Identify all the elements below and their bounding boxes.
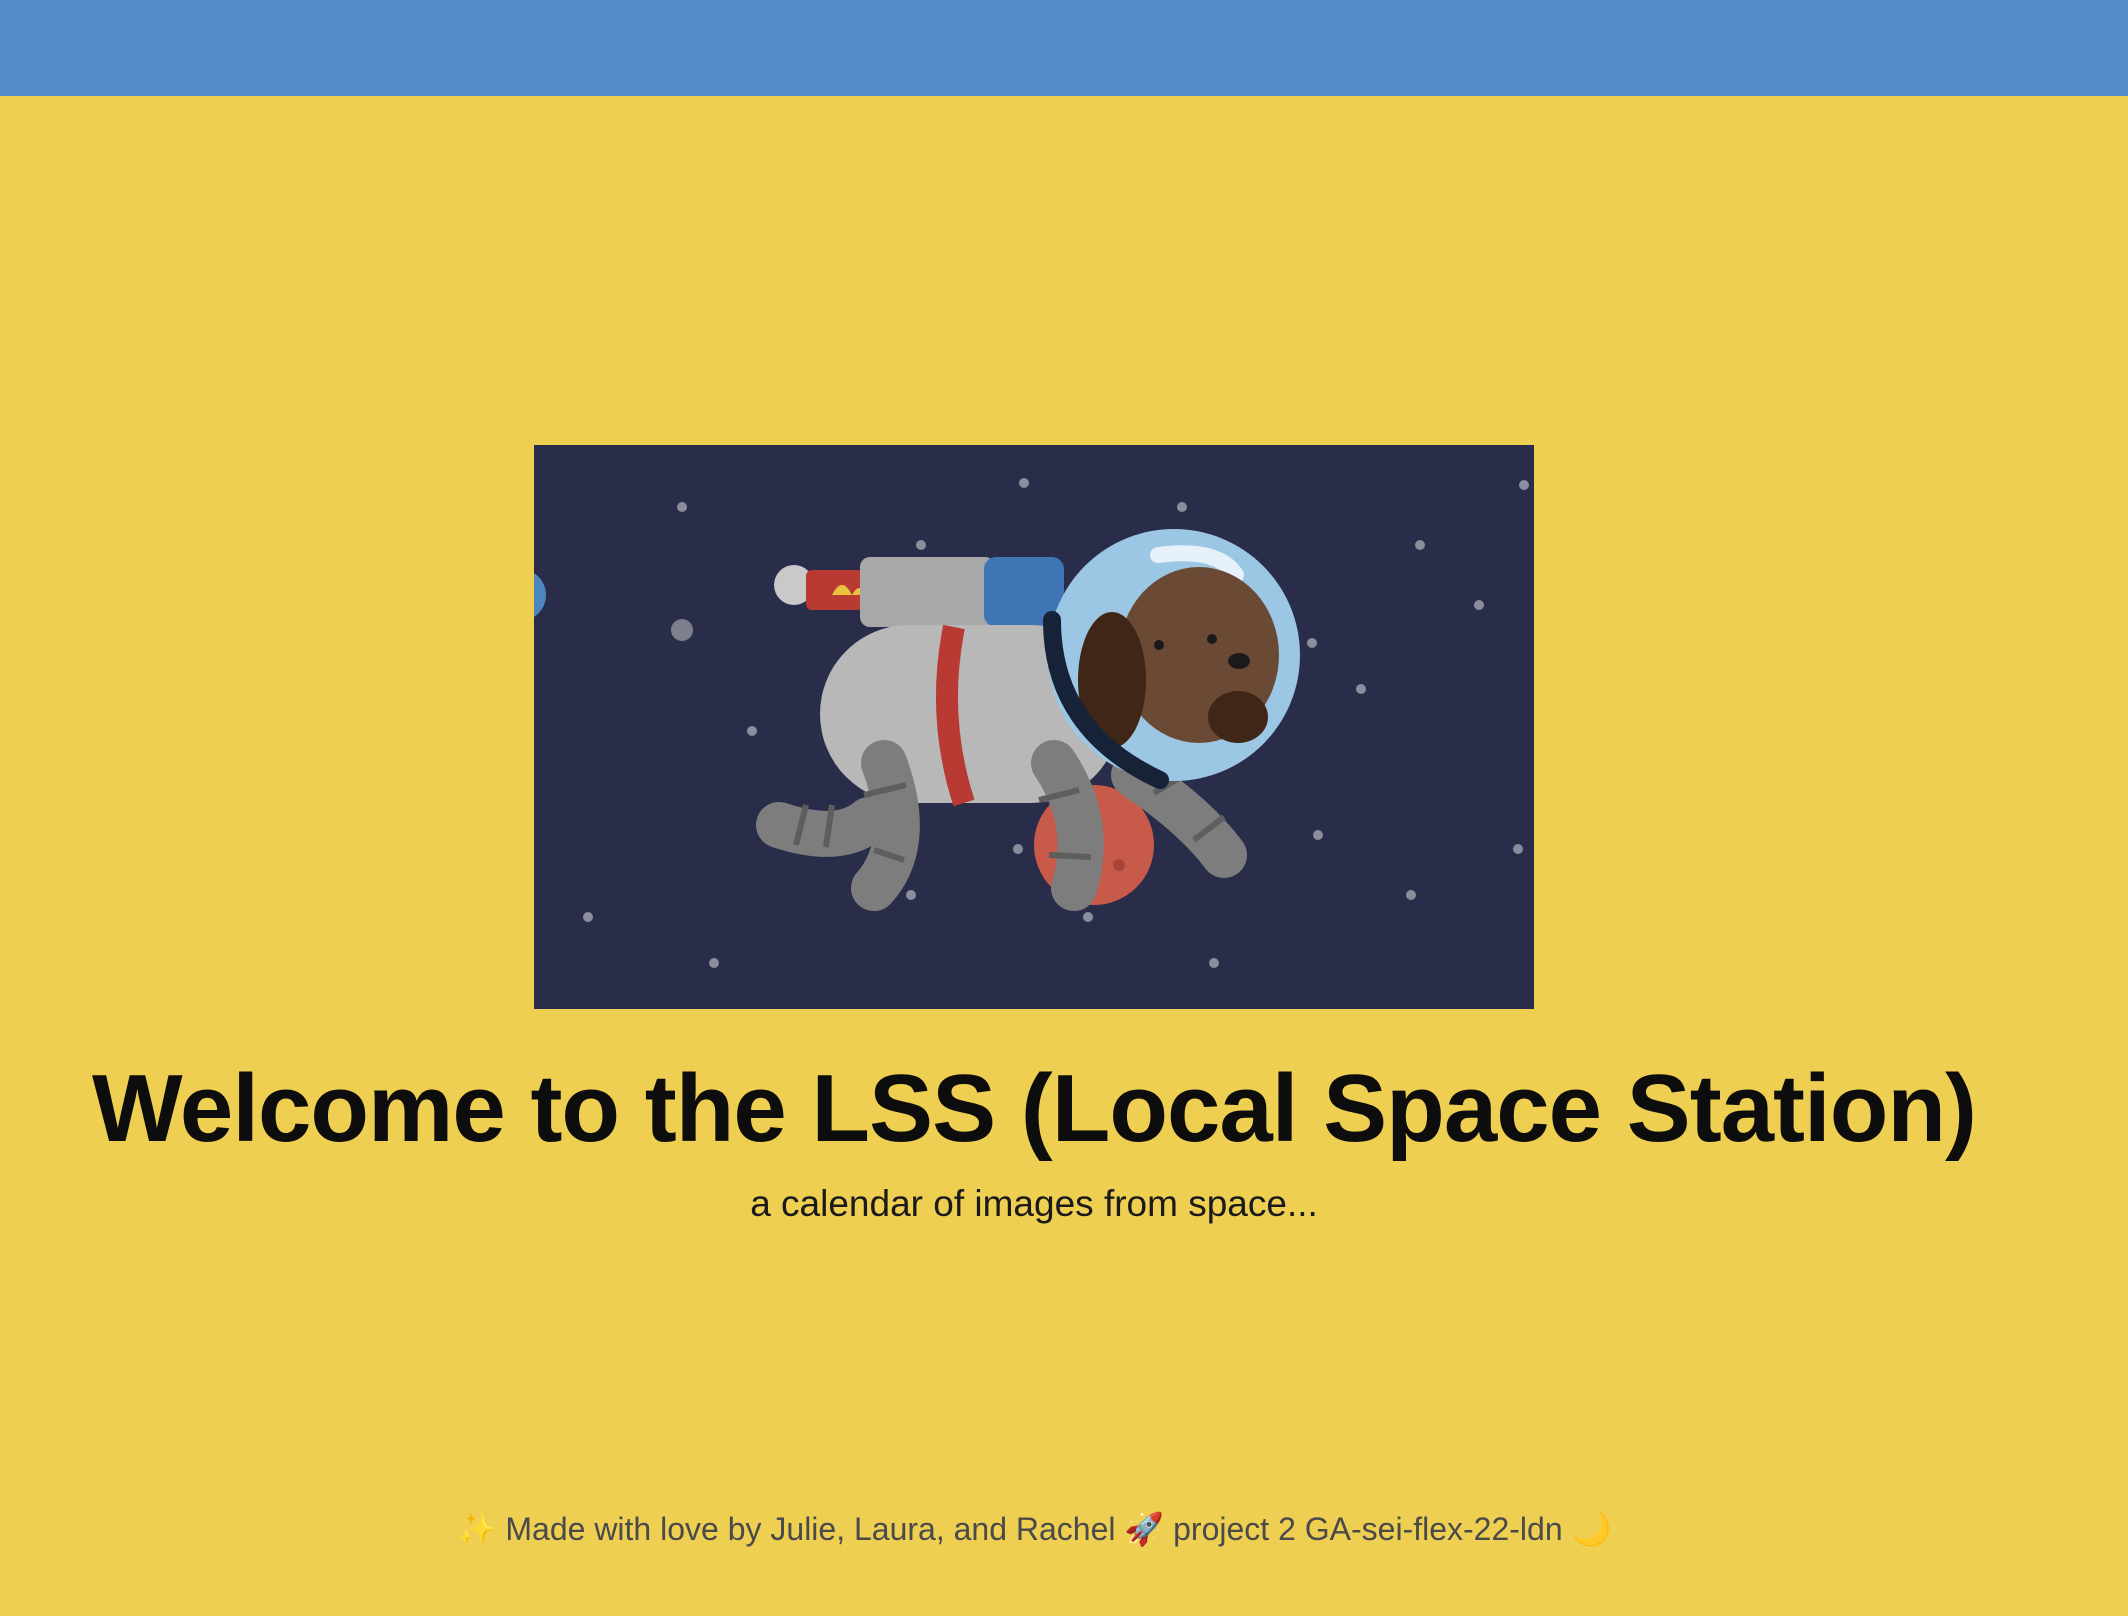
footer-project-text: project 2 GA-sei-flex-22-ldn <box>1173 1511 1563 1547</box>
astronaut-dog-image <box>534 445 1534 1009</box>
footer-credits-text: Made with love by Julie, Laura, and Rach… <box>505 1511 1116 1547</box>
page-subtitle: a calendar of images from space... <box>750 1183 1318 1224</box>
rocket-icon: 🚀 <box>1124 1510 1165 1548</box>
footer-credits: ✨ Made with love by Julie, Laura, and Ra… <box>0 1510 2068 1548</box>
top-navbar <box>0 0 2128 96</box>
page-title: Welcome to the LSS (Local Space Station) <box>92 1055 1977 1162</box>
sparkle-icon: ✨ <box>456 1510 497 1548</box>
moon-icon: 🌙 <box>1571 1510 1612 1548</box>
hero-section: Welcome to the LSS (Local Space Station)… <box>0 96 2128 1616</box>
